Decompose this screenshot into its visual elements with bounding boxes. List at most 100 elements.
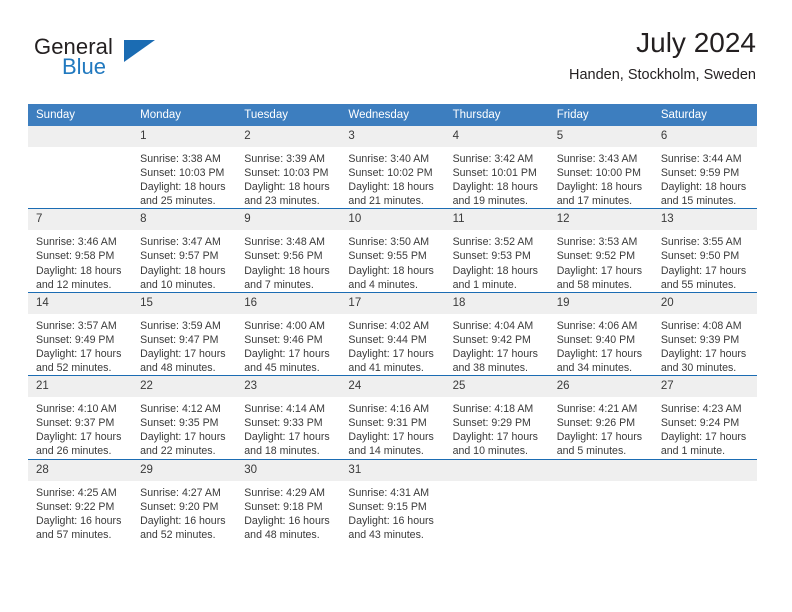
calendar-day-cell[interactable]: 17 Sunrise: 4:02 AM Sunset: 9:44 PM Dayligh… (340, 291, 445, 376)
day-detail-daylightline2: and 19 minutes. (452, 195, 528, 208)
calendar-day-cell[interactable]: 30 Sunrise: 4:29 AM Sunset: 9:18 PM Dayligh… (236, 458, 341, 542)
day-details: Sunrise: 3:47 AM Sunset: 9:57 PM Daylight:… (132, 230, 236, 291)
day-detail-daylightline1: Daylight: 18 hours (452, 264, 538, 277)
day-detail-sunset: Sunset: 9:39 PM (660, 333, 740, 346)
weekday-header-friday: Friday (548, 104, 653, 126)
day-number: 27 (652, 376, 757, 398)
day-detail-sunrise: Sunrise: 4:27 AM (140, 486, 221, 499)
day-detail-sunset: Sunset: 9:31 PM (348, 417, 427, 430)
day-detail-daylightline1: Daylight: 17 hours (660, 264, 747, 277)
day-detail-daylightline2: and 26 minutes. (36, 445, 112, 458)
calendar-day-cell[interactable]: 19 Sunrise: 4:06 AM Sunset: 9:40 PM Dayligh… (548, 291, 653, 376)
day-details: Sunrise: 4:04 AM Sunset: 9:42 PM Daylight:… (445, 314, 549, 375)
day-detail-daylightline2: and 14 minutes. (348, 445, 424, 458)
day-detail-daylightline1: Daylight: 18 hours (244, 264, 330, 277)
calendar-day-cell[interactable]: 22 Sunrise: 4:12 AM Sunset: 9:35 PM Dayligh… (132, 375, 237, 459)
calendar-day-cell[interactable]: 31 Sunrise: 4:31 AM Sunset: 9:15 PM Dayligh… (340, 458, 445, 542)
day-detail-sunset: Sunset: 9:42 PM (452, 333, 531, 346)
day-detail-daylightline1: Daylight: 18 hours (660, 181, 747, 194)
calendar-day-cell[interactable]: 20 Sunrise: 4:08 AM Sunset: 9:39 PM Dayligh… (652, 291, 757, 376)
day-detail-daylightline2: and 21 minutes. (348, 195, 424, 208)
day-detail-sunrise: Sunrise: 4:16 AM (348, 403, 430, 416)
day-detail-sunset: Sunset: 10:03 PM (244, 167, 329, 180)
calendar-day-cell[interactable]: 7 Sunrise: 3:46 AM Sunset: 9:58 PM Daylight… (28, 208, 133, 293)
calendar-day-cell[interactable]: 24 Sunrise: 4:16 AM Sunset: 9:31 PM Dayligh… (340, 375, 445, 459)
calendar-day-cell[interactable]: 13 Sunrise: 3:55 AM Sunset: 9:50 PM Dayligh… (652, 208, 757, 293)
calendar-day-cell[interactable]: 25 Sunrise: 4:18 AM Sunset: 9:29 PM Dayligh… (444, 375, 549, 459)
day-details: Sunrise: 4:14 AM Sunset: 9:33 PM Daylight:… (236, 397, 340, 458)
brand-logo[interactable]: General Blue (28, 34, 218, 90)
calendar-day-cell[interactable]: 23 Sunrise: 4:14 AM Sunset: 9:33 PM Dayligh… (236, 375, 341, 459)
day-number: 5 (548, 126, 653, 147)
calendar-day-cell[interactable]: 9 Sunrise: 3:48 AM Sunset: 9:56 PM Daylight… (236, 208, 341, 293)
day-detail-sunset: Sunset: 9:52 PM (556, 250, 636, 263)
day-detail-sunrise: Sunrise: 3:48 AM (244, 236, 325, 249)
day-detail-daylightline1: Daylight: 17 hours (660, 347, 747, 360)
day-number: 6 (652, 126, 757, 147)
day-detail-daylightline2: and 43 minutes. (348, 528, 424, 541)
day-detail-daylightline1: Daylight: 17 hours (36, 347, 122, 360)
day-detail-sunset: Sunset: 9:49 PM (36, 333, 115, 346)
day-detail-daylightline2: and 38 minutes. (452, 362, 528, 375)
page-subtitle: Handen, Stockholm, Sweden (569, 67, 756, 83)
day-detail-daylightline1: Daylight: 17 hours (556, 431, 643, 444)
day-detail-sunrise: Sunrise: 4:14 AM (244, 403, 325, 416)
day-number: 25 (444, 376, 549, 398)
calendar-day-cell[interactable]: 6 Sunrise: 3:44 AM Sunset: 9:59 PM Daylight… (652, 126, 757, 209)
calendar-day-cell-empty (28, 126, 133, 209)
day-detail-sunrise: Sunrise: 3:38 AM (140, 153, 221, 165)
calendar-day-cell[interactable]: 2 Sunrise: 3:39 AM Sunset: 10:03 PM Dayligh… (236, 126, 341, 209)
day-detail-daylightline2: and 22 minutes. (140, 445, 216, 458)
day-detail-daylightline1: Daylight: 17 hours (244, 431, 330, 444)
day-detail-sunrise: Sunrise: 4:23 AM (660, 403, 742, 416)
day-number: 10 (340, 209, 445, 231)
calendar-day-cell[interactable]: 28 Sunrise: 4:25 AM Sunset: 9:22 PM Dayligh… (28, 458, 133, 542)
day-number: 9 (236, 209, 341, 231)
calendar-day-cell[interactable]: 18 Sunrise: 4:04 AM Sunset: 9:42 PM Dayligh… (444, 291, 549, 376)
day-detail-daylightline1: Daylight: 16 hours (36, 514, 122, 527)
weekday-header-monday: Monday (132, 104, 237, 126)
day-detail-sunset: Sunset: 9:15 PM (348, 500, 427, 513)
calendar-day-cell[interactable]: 12 Sunrise: 3:53 AM Sunset: 9:52 PM Dayligh… (548, 208, 653, 293)
day-detail-sunrise: Sunrise: 3:55 AM (660, 236, 742, 249)
day-number: 19 (548, 292, 653, 314)
calendar-day-cell[interactable]: 3 Sunrise: 3:40 AM Sunset: 10:02 PM Dayligh… (340, 126, 445, 209)
day-details: Sunrise: 4:23 AM Sunset: 9:24 PM Daylight:… (653, 397, 757, 458)
day-details: Sunrise: 3:43 AM Sunset: 10:00 PM Daylight… (549, 147, 653, 208)
day-detail-daylightline1: Daylight: 16 hours (244, 514, 330, 527)
blue-triangle-icon (124, 40, 155, 62)
day-detail-daylightline2: and 17 minutes. (556, 195, 633, 208)
calendar-day-cell[interactable]: 11 Sunrise: 3:52 AM Sunset: 9:53 PM Dayligh… (444, 208, 549, 293)
page-header: General Blue July 2024 Handen, Stockholm… (28, 26, 756, 98)
calendar-day-cell[interactable]: 14 Sunrise: 3:57 AM Sunset: 9:49 PM Dayligh… (28, 291, 133, 376)
calendar-day-cell[interactable]: 16 Sunrise: 4:00 AM Sunset: 9:46 PM Dayligh… (236, 291, 341, 376)
weekday-header-wednesday: Wednesday (340, 104, 445, 126)
calendar-day-cell[interactable]: 5 Sunrise: 3:43 AM Sunset: 10:00 PM Dayligh… (548, 126, 653, 209)
day-detail-sunrise: Sunrise: 3:46 AM (36, 236, 117, 249)
calendar-day-cell[interactable]: 1 Sunrise: 3:38 AM Sunset: 10:03 PM Dayligh… (132, 126, 237, 209)
day-detail-sunrise: Sunrise: 4:18 AM (452, 403, 534, 416)
day-detail-daylightline2: and 7 minutes. (244, 278, 314, 291)
day-detail-daylightline1: Daylight: 16 hours (348, 514, 434, 527)
day-details: Sunrise: 4:18 AM Sunset: 9:29 PM Daylight:… (445, 397, 549, 458)
calendar-day-cell[interactable]: 15 Sunrise: 3:59 AM Sunset: 9:47 PM Dayligh… (132, 291, 237, 376)
day-number: 22 (132, 376, 237, 398)
calendar-day-cell[interactable]: 26 Sunrise: 4:21 AM Sunset: 9:26 PM Dayligh… (548, 375, 653, 459)
day-detail-sunset: Sunset: 9:44 PM (348, 333, 427, 346)
day-detail-daylightline1: Daylight: 17 hours (556, 264, 643, 277)
calendar-day-cell[interactable]: 10 Sunrise: 3:50 AM Sunset: 9:55 PM Dayligh… (340, 208, 445, 293)
calendar-page: General Blue July 2024 Handen, Stockholm… (0, 0, 792, 612)
calendar-day-cell[interactable]: 27 Sunrise: 4:23 AM Sunset: 9:24 PM Dayligh… (652, 375, 757, 459)
calendar-day-cell[interactable]: 4 Sunrise: 3:42 AM Sunset: 10:01 PM Dayligh… (444, 126, 549, 209)
day-details: Sunrise: 4:12 AM Sunset: 9:35 PM Daylight:… (132, 397, 236, 458)
day-details: Sunrise: 3:46 AM Sunset: 9:58 PM Daylight:… (28, 230, 132, 291)
day-details: Sunrise: 4:08 AM Sunset: 9:39 PM Daylight:… (653, 314, 757, 375)
calendar-day-cell[interactable]: 8 Sunrise: 3:47 AM Sunset: 9:57 PM Daylight… (132, 208, 237, 293)
day-details: Sunrise: 4:10 AM Sunset: 9:37 PM Daylight:… (28, 397, 132, 458)
day-details: Sunrise: 4:06 AM Sunset: 9:40 PM Daylight:… (549, 314, 653, 375)
calendar-day-cell[interactable]: 29 Sunrise: 4:27 AM Sunset: 9:20 PM Dayligh… (132, 458, 237, 542)
day-detail-sunrise: Sunrise: 3:53 AM (556, 236, 638, 249)
calendar-day-cell[interactable]: 21 Sunrise: 4:10 AM Sunset: 9:37 PM Dayligh… (28, 375, 133, 459)
day-detail-daylightline1: Daylight: 17 hours (140, 347, 226, 360)
day-detail-sunset: Sunset: 9:50 PM (660, 250, 740, 263)
